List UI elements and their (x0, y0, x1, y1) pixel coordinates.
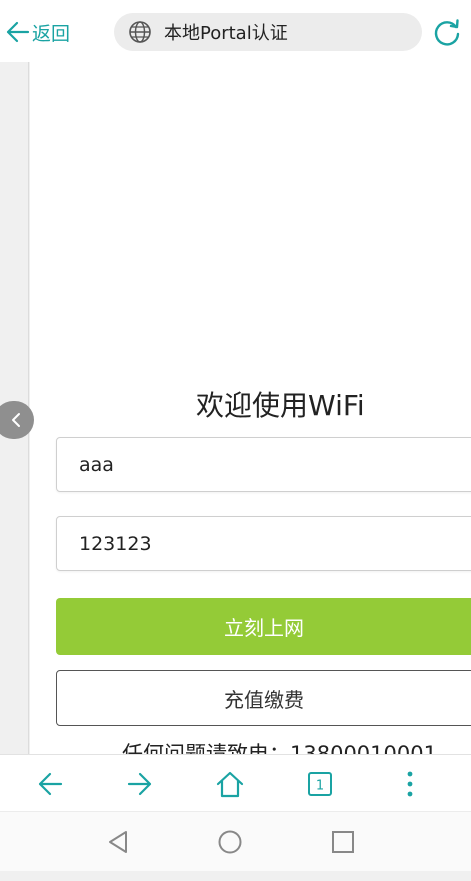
browser-toolbar: 1 (0, 754, 471, 811)
bottom-strip (0, 871, 471, 881)
tab-count: 1 (316, 779, 324, 794)
toolbar-forward-button[interactable] (123, 767, 157, 801)
forward-icon (127, 772, 152, 796)
toolbar-tabs-button[interactable]: 1 (303, 767, 337, 801)
back-icon (38, 772, 63, 796)
screen: 返回 本地Portal认证 欢迎使用WiFi 立刻上网 充值缴费 (0, 0, 471, 881)
username-input[interactable] (57, 438, 471, 491)
tabs-icon: 1 (308, 772, 332, 796)
toolbar-more-button[interactable] (393, 767, 427, 801)
reload-icon[interactable] (432, 17, 462, 47)
toolbar-back-button[interactable] (33, 767, 67, 801)
welcome-title: 欢迎使用WiFi (196, 389, 365, 422)
address-bar[interactable]: 本地Portal认证 (114, 13, 422, 51)
toolbar-home-button[interactable] (213, 767, 247, 801)
password-field[interactable] (56, 516, 471, 571)
nav-recents-icon[interactable] (329, 828, 357, 856)
nav-home-icon[interactable] (216, 828, 244, 856)
contact-text: 任何问题请致电：13800010001 (122, 742, 437, 754)
system-nav-bar (0, 811, 471, 871)
more-icon (407, 771, 413, 797)
back-button[interactable]: 返回 (4, 16, 70, 48)
address-text: 本地Portal认证 (164, 23, 288, 44)
chevron-left-icon (12, 413, 20, 427)
recharge-button[interactable]: 充值缴费 (56, 670, 471, 726)
connect-button[interactable]: 立刻上网 (56, 598, 471, 655)
browser-top-bar: 返回 本地Portal认证 (0, 0, 471, 62)
back-label: 返回 (32, 22, 71, 45)
home-icon (216, 771, 244, 798)
globe-icon (129, 21, 151, 43)
password-input[interactable] (57, 517, 471, 570)
back-arrow-icon (6, 21, 30, 43)
username-field[interactable] (56, 437, 471, 492)
nav-back-icon[interactable] (104, 828, 132, 856)
web-content: 欢迎使用WiFi 立刻上网 充值缴费 任何问题请致电：13800010001 (30, 62, 471, 754)
